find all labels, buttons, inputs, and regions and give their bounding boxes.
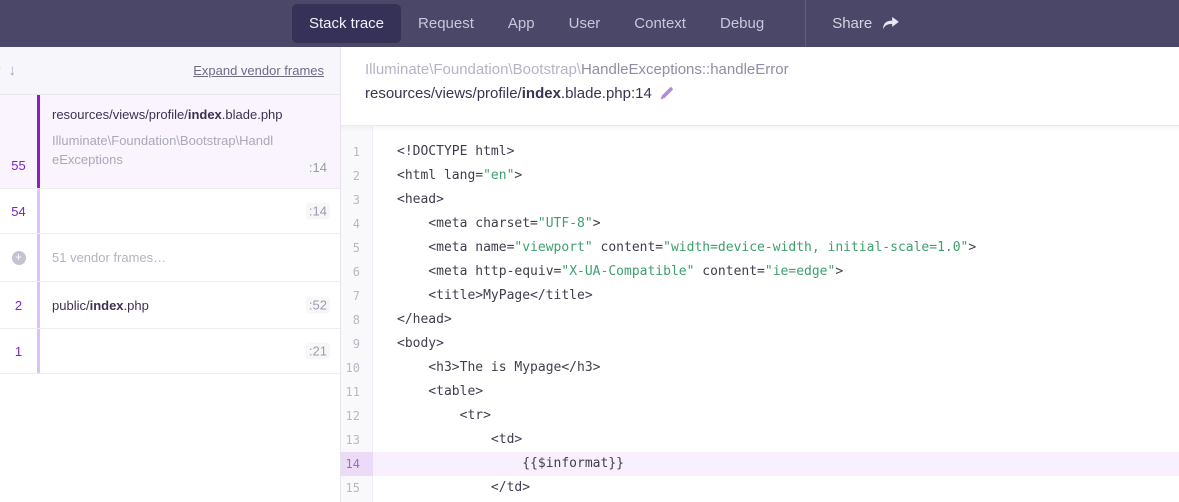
- line-number: 7: [341, 284, 373, 308]
- frame-method: Illuminate\Foundation\Bootstrap\HandleEx…: [52, 131, 280, 169]
- code-line: 3<head>: [341, 188, 1179, 212]
- code-line: 2<html lang="en">: [341, 164, 1179, 188]
- line-number: 13: [341, 428, 373, 452]
- frame-number: 1: [0, 329, 37, 373]
- frame-nav-arrows: ↑ ↓: [0, 62, 16, 79]
- tab-app[interactable]: App: [491, 0, 552, 47]
- code-line: 9<body>: [341, 332, 1179, 356]
- code-line: 1<!DOCTYPE html>: [341, 140, 1179, 164]
- code-panel: Illuminate\Foundation\Bootstrap\HandleEx…: [341, 47, 1179, 502]
- code-text: <meta charset="UTF-8">: [373, 212, 601, 236]
- stack-frame-2[interactable]: 2 public/index.php :52: [0, 282, 340, 329]
- next-frame-icon[interactable]: ↓: [9, 62, 17, 79]
- line-number: 15: [341, 476, 373, 500]
- code-line: 8</head>: [341, 308, 1179, 332]
- breadcrumb-namespace: Illuminate\Foundation\Bootstrap\: [365, 61, 581, 78]
- frame-line-badge: :14: [306, 203, 330, 220]
- vendor-frames-label: 51 vendor frames…: [52, 250, 330, 265]
- code-line: 13 <td>: [341, 428, 1179, 452]
- expand-vendor-frames-link[interactable]: Expand vendor frames: [193, 63, 324, 78]
- code-line: 4 <meta charset="UTF-8">: [341, 212, 1179, 236]
- code-text: <tr>: [373, 404, 491, 428]
- line-number: 6: [341, 260, 373, 284]
- code-text: <html lang="en">: [373, 164, 522, 188]
- tab-context[interactable]: Context: [617, 0, 703, 47]
- line-number: 5: [341, 236, 373, 260]
- code-line: 10 <h3>The is Mypage</h3>: [341, 356, 1179, 380]
- edit-pencil-icon[interactable]: [659, 86, 674, 101]
- share-arrow-icon: [882, 16, 899, 31]
- prev-frame-icon[interactable]: ↑: [0, 62, 3, 79]
- code-text: <td>: [373, 428, 522, 452]
- frame-file: resources/views/profile/index.blade.php: [52, 107, 330, 122]
- sidebar-empty-space: [0, 374, 340, 502]
- frame-breadcrumb: Illuminate\Foundation\Bootstrap\HandleEx…: [365, 61, 1179, 78]
- frame-line-badge: :52: [306, 297, 330, 314]
- code-text: <body>: [373, 332, 444, 356]
- line-number: 10: [341, 356, 373, 380]
- share-label: Share: [832, 15, 872, 32]
- open-file-path: resources/views/profile/index.blade.php:…: [365, 85, 1179, 102]
- frame-file: public/index.php: [52, 298, 330, 313]
- line-number: 8: [341, 308, 373, 332]
- frame-number: 2: [0, 282, 37, 328]
- line-number: 14: [341, 452, 373, 476]
- line-number: 2: [341, 164, 373, 188]
- frame-number: 54: [0, 189, 37, 233]
- code-line: 11 <table>: [341, 380, 1179, 404]
- tab-debug[interactable]: Debug: [703, 0, 781, 47]
- nav-tabs: Stack trace Request App User Context Deb…: [292, 0, 781, 47]
- frame-number: 55: [0, 95, 37, 188]
- code-text: <h3>The is Mypage</h3>: [373, 356, 601, 380]
- code-panel-header: Illuminate\Foundation\Bootstrap\HandleEx…: [341, 47, 1179, 125]
- tab-stack-trace[interactable]: Stack trace: [292, 4, 401, 43]
- code-text: </head>: [373, 308, 452, 332]
- code-text: <title>MyPage</title>: [373, 284, 593, 308]
- line-number: 4: [341, 212, 373, 236]
- code-line: 5 <meta name="viewport" content="width=d…: [341, 236, 1179, 260]
- stack-frame-55[interactable]: 55 resources/views/profile/index.blade.p…: [0, 95, 340, 189]
- tab-request[interactable]: Request: [401, 0, 491, 47]
- stack-frame-1[interactable]: 1 :21: [0, 329, 340, 374]
- code-text: <table>: [373, 380, 483, 404]
- file-path-text: resources/views/profile/index.blade.php:…: [365, 85, 652, 102]
- line-number: 12: [341, 404, 373, 428]
- code-text: {{$informat}}: [373, 452, 624, 476]
- code-text: <meta http-equiv="X-UA-Compatible" conte…: [373, 260, 843, 284]
- line-number: 1: [341, 140, 373, 164]
- tab-user[interactable]: User: [552, 0, 618, 47]
- top-nav: Stack trace Request App User Context Deb…: [0, 0, 1179, 47]
- code-lines: 1<!DOCTYPE html>2<html lang="en">3<head>…: [341, 140, 1179, 500]
- code-text: <meta name="viewport" content="width=dev…: [373, 236, 976, 260]
- code-editor: 1<!DOCTYPE html>2<html lang="en">3<head>…: [341, 125, 1179, 502]
- frame-line-badge: :14: [306, 159, 330, 176]
- code-line: 15 </td>: [341, 476, 1179, 500]
- line-number: 11: [341, 380, 373, 404]
- main-area: ↑ ↓ Expand vendor frames 55 resources/vi…: [0, 47, 1179, 502]
- code-line: 12 <tr>: [341, 404, 1179, 428]
- code-text: </td>: [373, 476, 530, 500]
- line-number: 3: [341, 188, 373, 212]
- code-text: <head>: [373, 188, 444, 212]
- stack-frame-54[interactable]: 54 :14: [0, 189, 340, 234]
- breadcrumb-method: HandleExceptions::handleError: [581, 61, 789, 78]
- frame-line-badge: :21: [306, 343, 330, 360]
- line-number: 9: [341, 332, 373, 356]
- plus-icon: +: [12, 251, 26, 265]
- share-button[interactable]: Share: [806, 0, 925, 47]
- vendor-frames-toggle[interactable]: + 51 vendor frames…: [0, 234, 340, 282]
- stack-frames-sidebar: ↑ ↓ Expand vendor frames 55 resources/vi…: [0, 47, 341, 502]
- code-line: 6 <meta http-equiv="X-UA-Compatible" con…: [341, 260, 1179, 284]
- code-text: <!DOCTYPE html>: [373, 140, 514, 164]
- code-line-highlighted: 14 {{$informat}}: [341, 452, 1179, 476]
- sidebar-header: ↑ ↓ Expand vendor frames: [0, 47, 340, 95]
- code-line: 7 <title>MyPage</title>: [341, 284, 1179, 308]
